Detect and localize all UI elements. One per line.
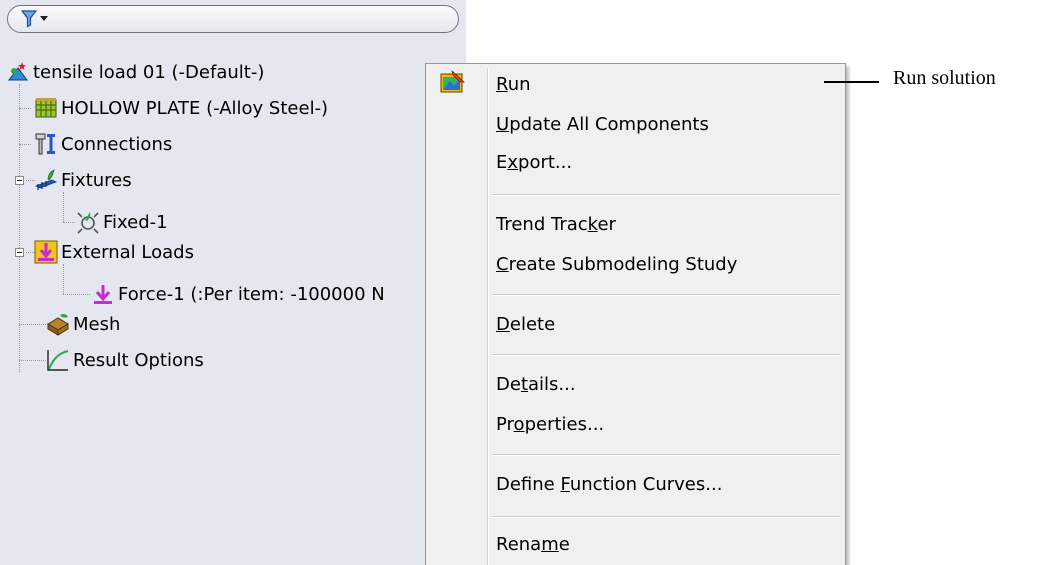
menu-item-text: pdate All Components <box>509 114 709 135</box>
fixtures-icon <box>34 168 58 192</box>
force-arrow-icon <box>91 282 115 306</box>
tree-item-mesh[interactable]: Mesh <box>46 310 120 338</box>
menu-item-text: De <box>496 374 521 395</box>
tree-item-label: Connections <box>61 133 173 155</box>
tree-connector <box>63 222 75 223</box>
menu-item-text: E <box>496 152 508 173</box>
tree-item-label: Mesh <box>73 313 121 335</box>
tree-item-fixed[interactable]: Fixed-1 <box>76 208 168 236</box>
menu-item-create-submodeling-study[interactable]: Create Submodeling Study <box>496 250 737 280</box>
tree-connector <box>19 324 46 325</box>
result-curve-icon <box>46 348 70 372</box>
tree-item-external-loads[interactable]: External Loads <box>34 238 194 266</box>
menu-item-text: Define <box>496 474 561 495</box>
feature-tree-panel: tensile load 01 (-Default-) HOLLOW PLATE… <box>0 0 466 565</box>
study-icon <box>6 60 30 84</box>
tree-item-connections[interactable]: Connections <box>34 130 172 158</box>
tree-connector <box>63 264 64 294</box>
menu-separator <box>492 454 840 456</box>
menu-item-text: Pr <box>496 414 514 435</box>
run-study-icon <box>440 70 465 93</box>
menu-item-accesskey: o <box>513 414 525 435</box>
fixed-geometry-icon <box>76 210 100 234</box>
tree-item-study[interactable]: tensile load 01 (-Default-) <box>6 58 264 86</box>
menu-item-text: reate Submodeling Study <box>508 254 738 275</box>
menu-item-text: perties... <box>524 414 605 435</box>
menu-item-text: un <box>507 74 531 95</box>
menu-item-text: ails... <box>528 374 576 395</box>
menu-item-accesskey: m <box>541 534 559 555</box>
menu-item-text: Trend Trac <box>496 214 588 235</box>
menu-separator <box>492 516 840 518</box>
external-loads-icon <box>34 240 58 264</box>
tree-item-force[interactable]: Force-1 (:Per item: -100000 N <box>91 280 385 308</box>
tree-item-fixtures[interactable]: Fixtures <box>34 166 132 194</box>
menu-separator <box>492 354 840 356</box>
tree-item-label: HOLLOW PLATE (-Alloy Steel-) <box>61 97 329 119</box>
menu-item-define-function-curves[interactable]: Define Function Curves... <box>496 470 722 500</box>
menu-item-accesskey: C <box>496 254 509 275</box>
menu-item-properties[interactable]: Properties... <box>496 410 604 440</box>
menu-item-rename[interactable]: Rename <box>496 530 570 560</box>
menu-item-text: port... <box>518 152 573 173</box>
mesh-icon <box>46 312 70 336</box>
menu-item-export[interactable]: Export... <box>496 148 572 178</box>
menu-item-text: Rena <box>496 534 542 555</box>
tree-item-label: Result Options <box>73 349 204 371</box>
menu-item-update-all-components[interactable]: Update All Components <box>496 110 709 140</box>
menu-item-accesskey: R <box>496 74 508 95</box>
menu-separator <box>492 294 840 296</box>
collapse-fixtures-toggle[interactable] <box>15 176 24 185</box>
menu-item-accesskey: x <box>507 152 519 173</box>
tree-item-label: Fixtures <box>61 169 132 191</box>
menu-icon-gutter-highlight <box>488 68 489 565</box>
callout-leader-line <box>824 81 879 83</box>
menu-item-run[interactable]: Run <box>496 70 531 100</box>
tree-connector <box>63 192 64 222</box>
tree-connector <box>63 294 90 295</box>
menu-item-text: e <box>558 534 570 555</box>
solid-body-icon <box>34 96 58 120</box>
menu-item-text: unction Curves... <box>569 474 723 495</box>
tree-connector <box>19 144 31 145</box>
menu-item-delete[interactable]: Delete <box>496 310 555 340</box>
tree-item-label: Force-1 (:Per item: -100000 N <box>118 283 385 305</box>
filter-icon[interactable] <box>20 9 50 29</box>
menu-item-accesskey: k <box>587 214 598 235</box>
tree-item-result-options[interactable]: Result Options <box>46 346 204 374</box>
menu-item-text: er <box>597 214 616 235</box>
tree-connector <box>19 84 20 372</box>
context-menu: Run Update All Components Export... Tren… <box>425 63 846 565</box>
menu-item-trend-tracker[interactable]: Trend Tracker <box>496 210 616 240</box>
tree-item-part[interactable]: HOLLOW PLATE (-Alloy Steel-) <box>34 94 328 122</box>
menu-item-accesskey: t <box>520 374 528 395</box>
menu-separator <box>492 194 840 196</box>
connections-icon <box>34 132 58 156</box>
filter-bar[interactable] <box>7 5 459 33</box>
menu-item-accesskey: D <box>496 314 510 335</box>
tree-item-label: Fixed-1 <box>103 211 168 233</box>
menu-item-details[interactable]: Details... <box>496 370 576 400</box>
tree-item-label: tensile load 01 (-Default-) <box>33 61 265 83</box>
collapse-external-loads-toggle[interactable] <box>15 248 24 257</box>
menu-item-accesskey: F <box>560 474 570 495</box>
menu-item-text: elete <box>509 314 556 335</box>
menu-item-accesskey: U <box>496 114 510 135</box>
tree-connector <box>19 360 46 361</box>
callout-label: Run solution <box>893 67 996 89</box>
tree-item-label: External Loads <box>61 241 194 263</box>
tree-connector <box>19 108 31 109</box>
